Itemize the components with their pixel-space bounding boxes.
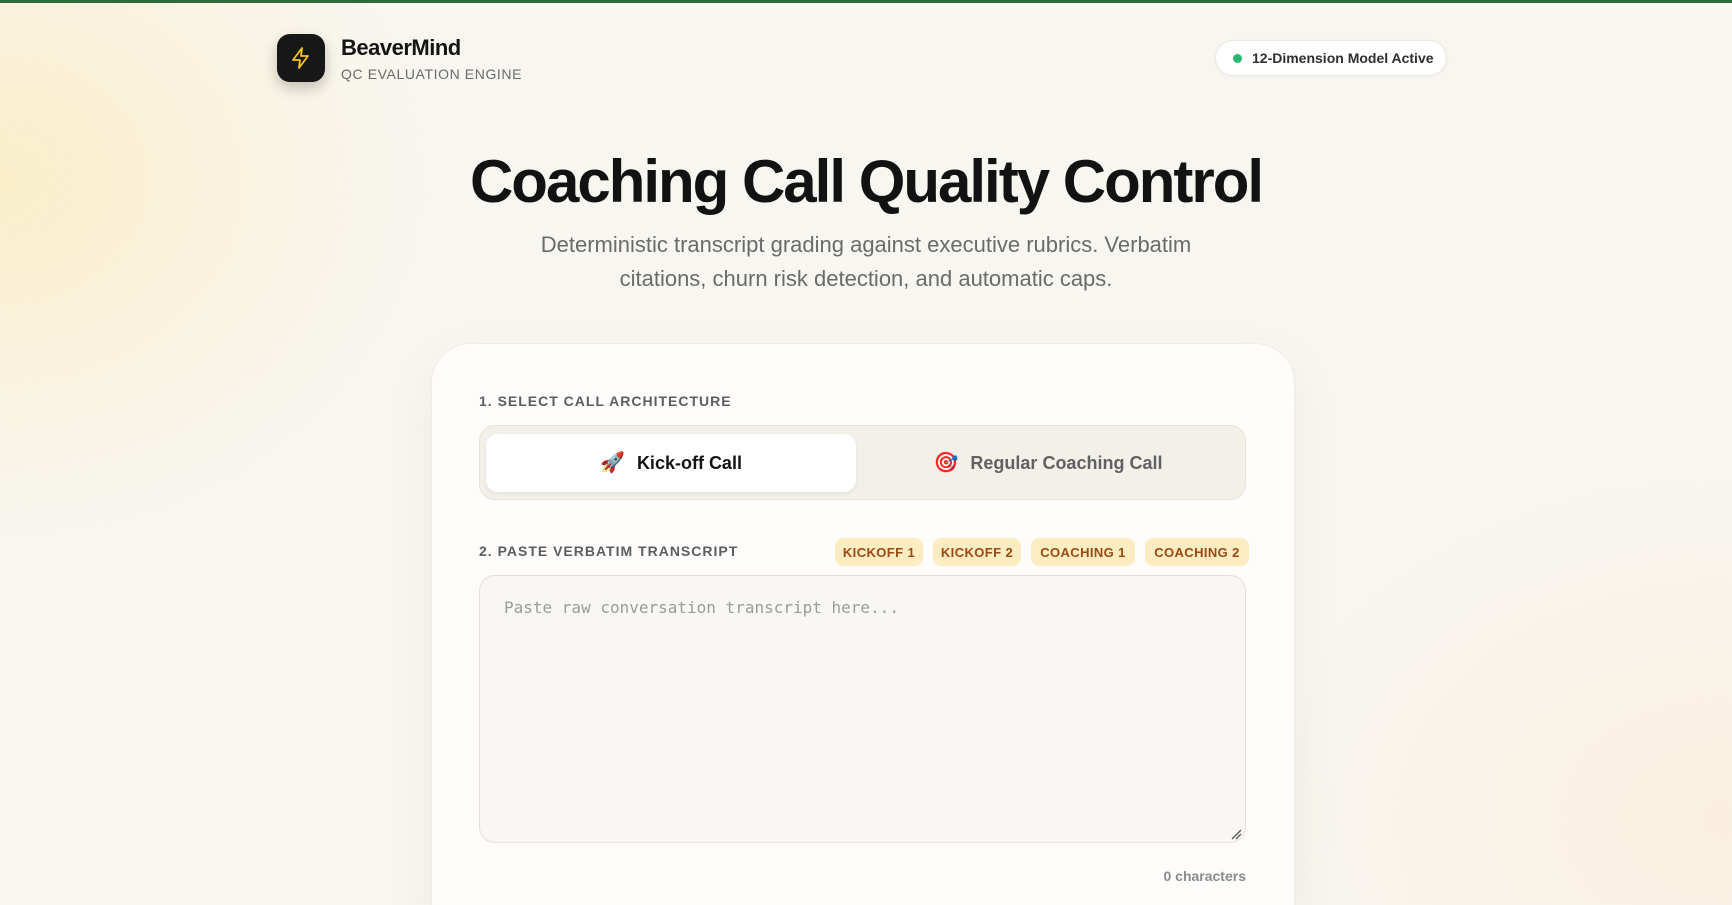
brand-subtitle: QC EVALUATION ENGINE xyxy=(341,65,523,82)
top-accent-bar xyxy=(0,0,1732,3)
page-subtitle: Deterministic transcript grading against… xyxy=(540,232,1192,291)
status-dot-icon xyxy=(1233,53,1242,63)
kickoff-call-option[interactable]: 🚀 Kick-off Call xyxy=(486,434,856,492)
call-architecture-label: 1. SELECT CALL ARCHITECTURE xyxy=(479,393,732,409)
regular-coaching-call-option[interactable]: 🎯 Regular Coaching Call xyxy=(863,434,1233,492)
sample-chip-coaching-2[interactable]: COACHING 2 xyxy=(1145,538,1249,566)
model-status-badge: 12-Dimension Model Active xyxy=(1215,40,1447,76)
character-count: 0 characters xyxy=(1163,868,1246,884)
status-label: 12-Dimension Model Active xyxy=(1252,50,1434,66)
sample-chip-coaching-1[interactable]: COACHING 1 xyxy=(1031,538,1135,566)
transcript-input[interactable] xyxy=(479,575,1246,843)
call-type-selector: 🚀 Kick-off Call 🎯 Regular Coaching Call xyxy=(479,425,1246,500)
page-title: Coaching Call Quality Control xyxy=(469,148,1264,215)
resize-handle-icon[interactable] xyxy=(1230,828,1242,840)
sample-transcript-chips: KICKOFF 1 KICKOFF 2 COACHING 1 COACHING … xyxy=(835,538,1249,566)
app-logo xyxy=(277,34,325,82)
kickoff-call-label: Kick-off Call xyxy=(636,452,742,473)
sample-chip-kickoff-1[interactable]: KICKOFF 1 xyxy=(835,538,923,566)
brand-name: BeaverMind xyxy=(341,34,461,60)
brand: BeaverMind QC EVALUATION ENGINE xyxy=(277,34,522,82)
transcript-label: 2. PASTE VERBATIM TRANSCRIPT xyxy=(479,543,739,559)
sample-chip-kickoff-2[interactable]: KICKOFF 2 xyxy=(933,538,1021,566)
rocket-icon: 🚀 xyxy=(600,452,625,474)
regular-coaching-call-label: Regular Coaching Call xyxy=(970,452,1163,473)
target-icon: 🎯 xyxy=(933,452,959,474)
lightning-bolt-icon xyxy=(292,47,309,69)
